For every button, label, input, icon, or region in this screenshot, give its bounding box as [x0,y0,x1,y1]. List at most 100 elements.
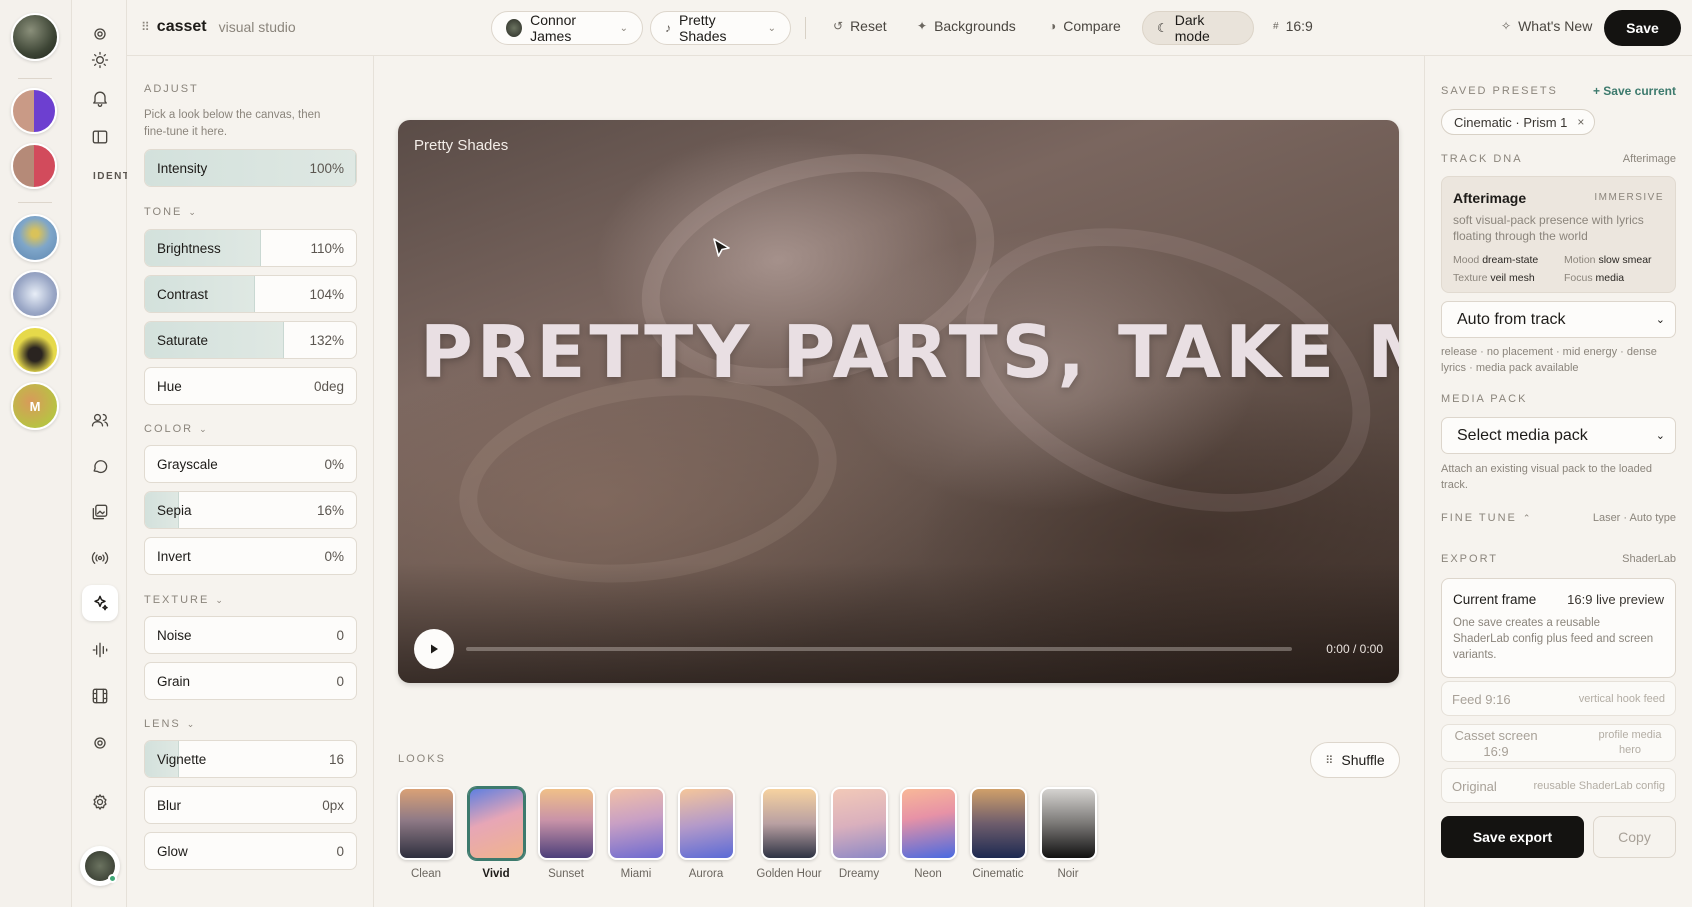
slider-label: Blur [157,798,182,813]
slider-value: 132% [309,333,344,348]
grip-icon: ⠿ [1325,754,1334,767]
slider-value: 16 [328,752,344,767]
saved-preset-chip[interactable]: Cinematic · Prism 1 × [1441,109,1596,135]
sepia-slider[interactable]: Sepia 16% [144,491,357,529]
whats-new-button[interactable]: ✧ What's New [1501,18,1592,34]
export-current-frame-card[interactable]: Current frame 16:9 live preview One save… [1441,578,1676,678]
workspace-avatar-2[interactable] [11,88,57,134]
slider-value: 0% [324,457,344,472]
export-variant-feed[interactable]: Feed 9:16 vertical hook feed [1441,681,1676,716]
export-variant-original[interactable]: Original reusable ShaderLab config [1441,768,1676,803]
look-sunset[interactable]: Sunset [533,787,599,880]
online-status-dot [108,874,117,883]
color-section-toggle[interactable]: COLOR ⌄ [144,423,207,435]
chevron-up-icon: ⌃ [1522,512,1533,523]
remove-preset-icon[interactable]: × [1577,115,1584,129]
variant-name: Original [1452,779,1497,794]
bell-icon[interactable] [88,86,112,110]
workspace-avatar-6[interactable] [11,326,59,374]
grain-slider[interactable]: Grain 0 [144,662,357,700]
copy-button[interactable]: Copy [1593,816,1676,858]
looks-title: LOOKS [398,753,446,765]
gallery-icon[interactable] [88,500,112,524]
blur-slider[interactable]: Blur 0px [144,786,357,824]
dna-texture-value: veil mesh [1490,272,1535,284]
noise-slider[interactable]: Noise 0 [144,616,357,654]
look-miami[interactable]: Miami [603,787,669,880]
users-icon[interactable] [88,408,112,432]
workspace-avatar-main[interactable] [11,13,59,61]
shuffle-button[interactable]: ⠿ Shuffle [1310,742,1400,778]
save-export-button[interactable]: Save export [1441,816,1584,858]
export-variant-casset-screen[interactable]: Casset screen 16:9 profile media hero [1441,724,1676,762]
look-clean[interactable]: Clean [393,787,459,880]
slider-value: 0% [324,549,344,564]
right-panel: SAVED PRESETS + Save current Cinematic ·… [1424,56,1692,907]
slider-label: Grain [157,674,191,689]
workspace-avatar-4[interactable] [11,214,59,262]
chevron-down-icon: ⌄ [619,22,628,34]
chat-icon[interactable] [88,454,112,478]
compare-label: Compare [1063,18,1121,34]
look-dreamy[interactable]: Dreamy [826,787,892,880]
preview-canvas[interactable]: Pretty Shades PRETTY PARTS, TAKE ME 0:00… [398,120,1399,683]
look-golden-hour[interactable]: Golden Hour [751,787,827,880]
dark-mode-toggle[interactable]: ☾ Dark mode [1142,11,1254,45]
invert-slider[interactable]: Invert 0% [144,537,357,575]
sparkle-icon: ✦ [917,19,928,33]
look-neon[interactable]: Neon [895,787,961,880]
contrast-slider[interactable]: Contrast 104% [144,275,357,313]
look-noir[interactable]: Noir [1035,787,1101,880]
save-button[interactable]: Save [1604,10,1681,46]
workspace-avatar-3[interactable] [11,143,57,189]
grayscale-slider[interactable]: Grayscale 0% [144,445,357,483]
reset-button[interactable]: ↺ Reset [833,18,887,34]
look-swatch [899,787,957,860]
waveform-icon[interactable] [88,638,112,662]
workspace-avatar-initial[interactable]: M [11,382,59,430]
workspace-avatar-5[interactable] [11,270,59,318]
playback-scrubber[interactable] [466,647,1292,651]
save-current-preset-link[interactable]: + Save current [1593,84,1676,98]
settings-gear-icon[interactable] [88,790,112,814]
tone-section-toggle[interactable]: TONE ⌄ [144,206,196,218]
look-name: Dreamy [838,868,880,880]
vignette-slider[interactable]: Vignette 16 [144,740,357,778]
sun-icon[interactable] [88,48,112,72]
fine-tune-toggle[interactable]: FINE TUNE ⌃ [1441,512,1532,524]
auto-from-track-select[interactable]: Auto from track ⌄ [1441,301,1676,338]
intensity-slider[interactable]: Intensity 100% [144,149,357,187]
grid-icon: # [1273,20,1279,32]
saturate-slider[interactable]: Saturate 132% [144,321,357,359]
look-cinematic[interactable]: Cinematic [965,787,1031,880]
hue-slider[interactable]: Hue 0deg [144,367,357,405]
whats-new-label: What's New [1518,18,1593,34]
look-aurora[interactable]: Aurora [673,787,739,880]
target-icon[interactable] [88,731,112,755]
brightness-slider[interactable]: Brightness 110% [144,229,357,267]
slider-value: 0 [336,674,344,689]
compare-button[interactable]: ◑ Compare [1049,18,1121,34]
workspace-rail: M [0,0,72,907]
play-button[interactable] [414,629,454,669]
aspect-ratio-button[interactable]: #16:9 [1273,18,1313,34]
lens-section-toggle[interactable]: LENS ⌄ [144,718,194,730]
profile-avatar[interactable] [80,846,120,886]
track-selector[interactable]: ♪ Pretty Shades ⌄ [650,11,791,45]
film-icon[interactable] [88,684,112,708]
drag-grip-icon[interactable]: ⠿ [141,20,150,34]
backgrounds-button[interactable]: ✦ Backgrounds [917,18,1016,34]
look-vivid[interactable]: Vivid [463,787,529,880]
texture-section-toggle[interactable]: TEXTURE ⌄ [144,594,223,606]
look-swatch [467,787,525,860]
artist-selector[interactable]: Connor James ⌄ [491,11,643,45]
app-subtitle: visual studio [218,19,296,35]
lyric-overlay: PRETTY PARTS, TAKE ME [420,310,1399,394]
brand-mark-icon[interactable] [88,22,112,46]
sidebar-toggle-icon[interactable] [88,125,112,149]
glow-slider[interactable]: Glow 0 [144,832,357,870]
canvas-track-title: Pretty Shades [414,137,509,154]
broadcast-icon[interactable] [88,546,112,570]
visual-studio-nav-button[interactable] [82,585,118,621]
media-pack-select[interactable]: Select media pack ⌄ [1441,417,1676,454]
